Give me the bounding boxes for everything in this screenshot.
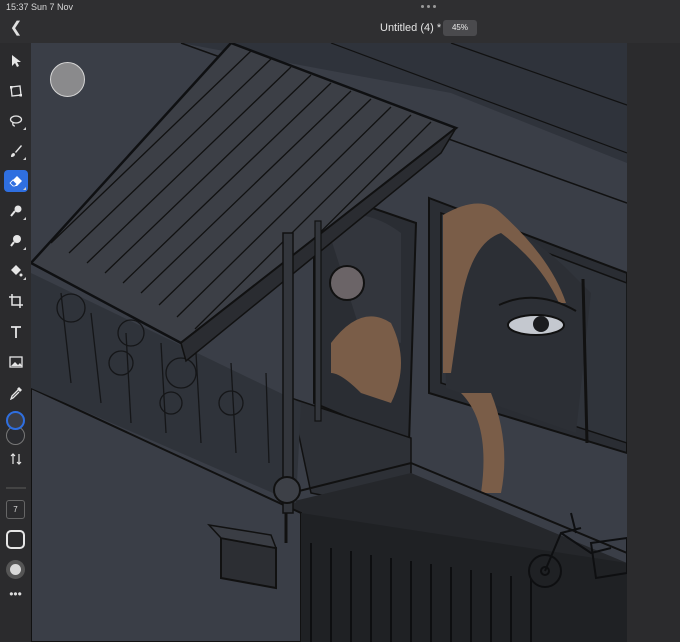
brush-opacity-button[interactable] — [6, 560, 25, 579]
swap-colors-button[interactable] — [4, 448, 28, 470]
status-bar: 15:37 Sun 7 Nov — [0, 0, 680, 14]
more-options-icon[interactable]: ••• — [6, 588, 25, 600]
lasso-tool[interactable] — [4, 110, 28, 132]
transform-icon — [10, 85, 22, 97]
text-icon — [11, 326, 21, 338]
fill-icon — [11, 265, 23, 277]
illustration — [31, 43, 627, 642]
tool-toolbar: 7 ••• — [0, 43, 31, 642]
opacity-dot-icon — [10, 564, 21, 575]
zoom-level[interactable]: 45% — [443, 20, 477, 36]
arrow-icon — [12, 55, 21, 67]
status-date: Sun 7 Nov — [31, 2, 74, 12]
text-tool[interactable] — [4, 321, 28, 343]
clone-icon — [10, 235, 21, 247]
brush-icon — [11, 145, 22, 157]
eraser-icon — [9, 176, 22, 187]
brush-shape-button[interactable] — [6, 530, 25, 549]
clone-tool[interactable] — [4, 230, 28, 252]
fill-tool[interactable] — [4, 260, 28, 282]
eyedropper-icon — [9, 387, 22, 400]
eyedropper-tool[interactable] — [4, 382, 28, 404]
brush-tool[interactable] — [4, 140, 28, 162]
crop-tool[interactable] — [4, 290, 28, 312]
smudge-icon — [10, 205, 22, 217]
transform-tool[interactable] — [4, 80, 28, 102]
back-chevron-icon[interactable]: ❮ — [8, 20, 24, 36]
toolbar-divider — [6, 487, 26, 489]
drawing-canvas[interactable] — [31, 43, 627, 642]
brush-size-preview — [50, 62, 85, 97]
document-title[interactable]: Untitled (4) * — [380, 22, 441, 34]
selection-tool[interactable] — [4, 50, 28, 72]
swap-arrows-icon — [10, 453, 22, 465]
document-header: ❮ Untitled (4) * 45% — [0, 14, 680, 43]
multitasking-dots-icon[interactable] — [421, 5, 437, 9]
crop-icon — [9, 294, 23, 308]
status-time: 15:37 — [6, 2, 29, 12]
eraser-tool[interactable] — [4, 170, 28, 192]
image-icon — [9, 356, 23, 368]
foreground-color-swatch[interactable] — [6, 411, 25, 430]
lasso-icon — [9, 115, 23, 127]
smudge-tool[interactable] — [4, 200, 28, 222]
right-panel-area — [627, 43, 680, 642]
image-tool[interactable] — [4, 351, 28, 373]
brush-size-field[interactable]: 7 — [6, 500, 25, 519]
